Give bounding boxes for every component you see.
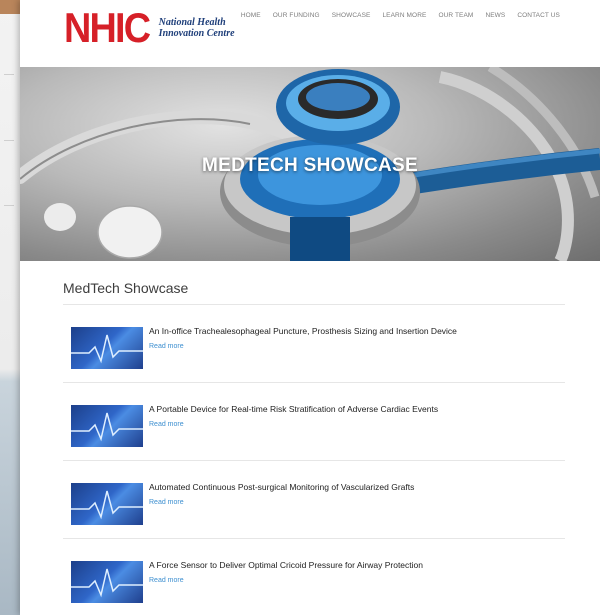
item-title[interactable]: A Force Sensor to Deliver Optimal Cricoi… [149, 560, 423, 570]
site-header: NHIC National Health Innovation Centre H… [20, 0, 600, 67]
nav-item-home[interactable]: HOME [241, 12, 261, 19]
hero-title: MEDTECH SHOWCASE [202, 155, 418, 176]
logo-line-2: Innovation Centre [158, 28, 235, 39]
heartbeat-icon [71, 334, 143, 364]
item-title[interactable]: Automated Continuous Post-surgical Monit… [149, 482, 414, 492]
list-item: A Force Sensor to Deliver Optimal Cricoi… [63, 539, 565, 615]
read-more-link[interactable]: Read more [149, 421, 184, 428]
browser-page: NHIC National Health Innovation Centre H… [20, 0, 600, 615]
nav-item-contact-us[interactable]: CONTACT US [517, 12, 560, 19]
section-title: MedTech Showcase [63, 280, 189, 296]
logo-line-1: National Health [158, 17, 226, 28]
list-item: Automated Continuous Post-surgical Monit… [63, 461, 565, 539]
logo-mark: NHIC [64, 4, 151, 51]
hero-banner: MEDTECH SHOWCASE [20, 67, 600, 261]
background-divider [4, 74, 14, 75]
item-thumbnail[interactable] [71, 561, 143, 603]
item-thumbnail[interactable] [71, 405, 143, 447]
item-title[interactable]: A Portable Device for Real-time Risk Str… [149, 404, 438, 414]
read-more-link[interactable]: Read more [149, 343, 184, 350]
nav-item-our-funding[interactable]: OUR FUNDING [273, 12, 320, 19]
logo-text: National Health Innovation Centre [159, 17, 235, 39]
nav-item-our-team[interactable]: OUR TEAM [438, 12, 473, 19]
main-nav: HOME OUR FUNDING SHOWCASE LEARN MORE OUR… [241, 12, 560, 19]
nav-item-learn-more[interactable]: LEARN MORE [382, 12, 426, 19]
list-item: An In-office Trachealesophageal Puncture… [63, 305, 565, 383]
read-more-link[interactable]: Read more [149, 577, 184, 584]
nav-item-news[interactable]: NEWS [485, 12, 505, 19]
showcase-section: MedTech Showcase An In-office Tracheales… [63, 278, 565, 615]
nav-item-showcase[interactable]: SHOWCASE [332, 12, 371, 19]
list-item: A Portable Device for Real-time Risk Str… [63, 383, 565, 461]
item-thumbnail[interactable] [71, 483, 143, 525]
background-divider [4, 140, 14, 141]
heartbeat-icon [71, 568, 143, 598]
heartbeat-icon [71, 412, 143, 442]
background-divider [4, 205, 14, 206]
item-title[interactable]: An In-office Trachealesophageal Puncture… [149, 326, 457, 336]
site-logo[interactable]: NHIC National Health Innovation Centre [64, 4, 235, 51]
heartbeat-icon [71, 490, 143, 520]
item-thumbnail[interactable] [71, 327, 143, 369]
read-more-link[interactable]: Read more [149, 499, 184, 506]
